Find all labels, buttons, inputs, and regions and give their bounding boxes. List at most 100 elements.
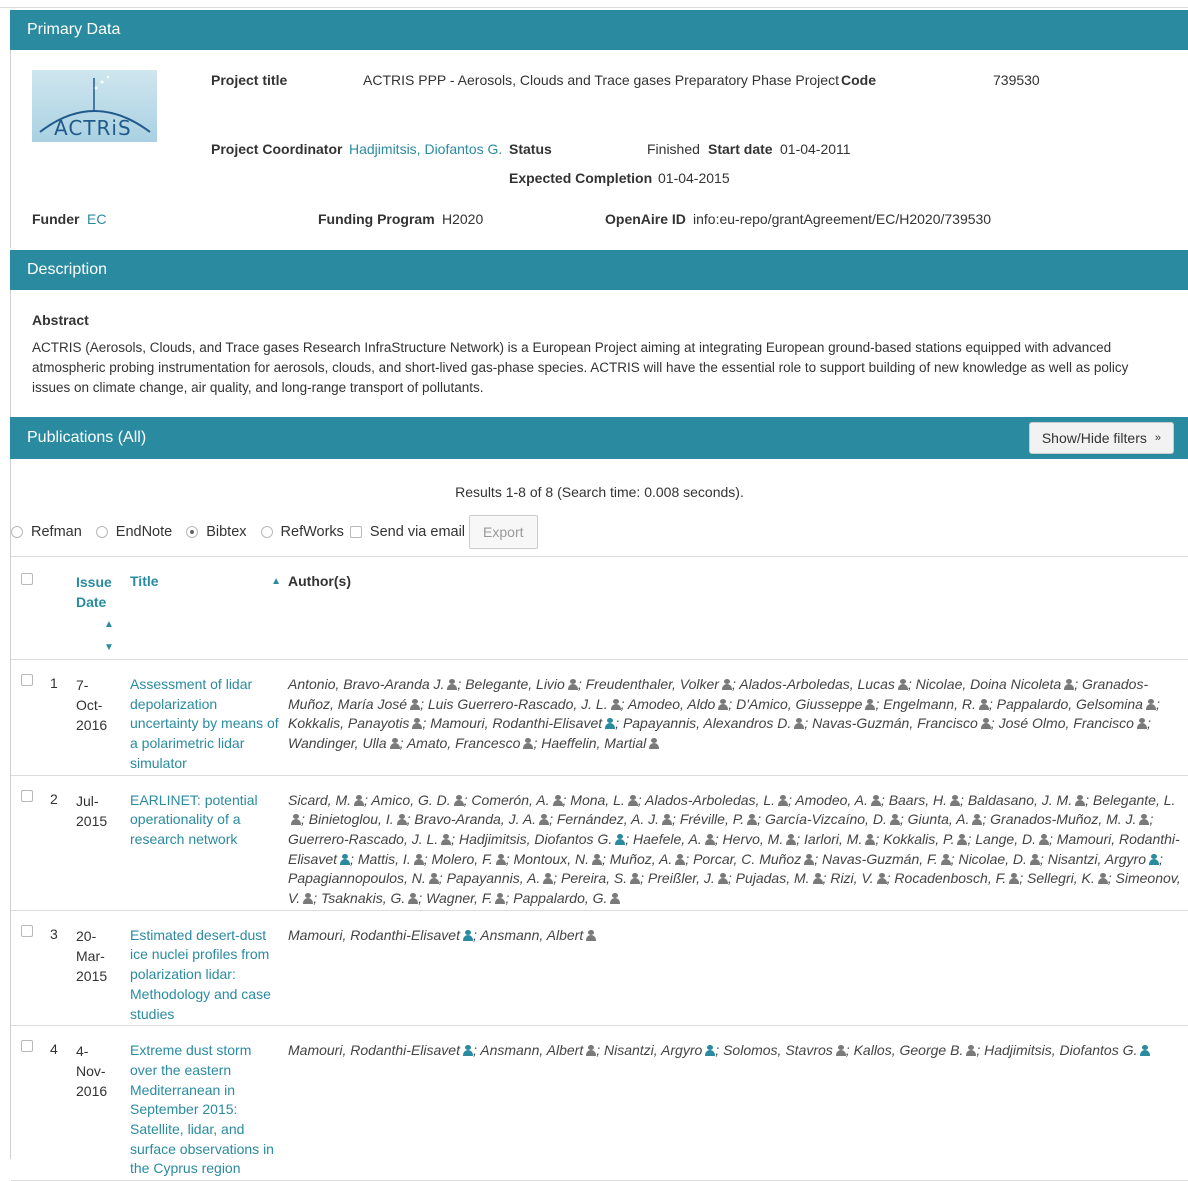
sort-asc-icon[interactable]: ▲	[271, 572, 281, 592]
author-link[interactable]: Amico, G. D.	[371, 792, 464, 808]
author-link[interactable]: Belegante, Livio	[465, 676, 578, 692]
author-link[interactable]: Solomos, Stavros	[723, 1042, 846, 1058]
row-checkbox[interactable]	[21, 924, 33, 937]
row-title-link[interactable]: Estimated desert-dust ice nuclei profile…	[129, 910, 287, 1026]
author-link[interactable]: Wagner, F.	[426, 890, 506, 906]
issue-date-header[interactable]: Issue Date ▲ ▼	[75, 557, 129, 660]
author-link[interactable]: D'Amico, Giusseppe	[736, 696, 876, 712]
row-title-link[interactable]: Assessment of lidar depolarization uncer…	[129, 660, 287, 776]
author-link[interactable]: Mamouri, Rodanthi-Elisavet	[288, 1042, 473, 1058]
author-link[interactable]: Tsaknakis, G.	[321, 890, 419, 906]
coordinator-link[interactable]: Hadjimitsis, Diofantos G.	[349, 141, 502, 157]
author-link[interactable]: Mattis, I.	[358, 851, 424, 867]
author-link[interactable]: Antonio, Bravo-Aranda J.	[288, 676, 458, 692]
author-link[interactable]: Sellegri, K.	[1027, 870, 1108, 886]
author-link[interactable]: Fernández, A. J.	[557, 811, 673, 827]
select-all-checkbox[interactable]	[21, 573, 33, 585]
row-checkbox[interactable]	[21, 1040, 33, 1053]
author-link[interactable]: Sicard, M.	[288, 792, 365, 808]
author-link[interactable]: Nicolae, D.	[958, 851, 1040, 867]
author-link[interactable]: Iarlori, M.	[804, 831, 876, 847]
row-title-link[interactable]: EARLINET: potential operationality of a …	[129, 775, 287, 910]
row-title-link[interactable]: Extreme dust storm over the eastern Medi…	[129, 1026, 287, 1181]
author-name: Kallos, George B.	[853, 1042, 964, 1059]
funder-link[interactable]: EC	[87, 211, 106, 227]
user-icon	[980, 718, 991, 730]
author-name: Lange, D.	[975, 830, 1036, 847]
author-link[interactable]: Alados-Arboledas, L.	[645, 792, 788, 808]
author-link[interactable]: Papagiannopoulos, N.	[288, 870, 439, 886]
row-checkbox[interactable]	[21, 674, 33, 686]
author-link[interactable]: Bravo-Aranda, J. A.	[414, 811, 550, 827]
author-link[interactable]: Amodeo, A.	[795, 792, 881, 808]
author-link[interactable]: Engelmann, R.	[883, 696, 989, 712]
send-email-checkbox[interactable]	[349, 526, 362, 538]
row-number: 4	[50, 1041, 58, 1058]
author-link[interactable]: Preißler, J.	[648, 870, 728, 886]
author-link[interactable]: Pujadas, M.	[736, 870, 823, 886]
author-link[interactable]: Pappalardo, G.	[513, 890, 621, 906]
author-link[interactable]: Amato, Francesco	[407, 735, 534, 751]
show-hide-filters-button[interactable]: Show/Hide filters »	[1028, 422, 1174, 454]
author-link[interactable]: Navas-Guzmán, Francisco	[812, 715, 991, 731]
author-link[interactable]: Haeffelin, Martial	[541, 735, 660, 751]
author-link[interactable]: Wandinger, Ulla	[288, 735, 400, 751]
author-name: Hadjimitsis, Diofantos G.	[458, 830, 613, 847]
user-icon	[610, 893, 621, 905]
author-link[interactable]: Muñoz, A.	[610, 851, 686, 867]
author-link[interactable]: Molero, F.	[432, 851, 506, 867]
author-link[interactable]: Mamouri, Rodanthi-Elisavet	[288, 927, 473, 943]
author-name: Rocadenbosch, F.	[894, 870, 1007, 887]
title-header[interactable]: Title ▲	[129, 557, 287, 660]
author-link[interactable]: Mamouri, Rodanthi-Elisavet	[430, 715, 616, 731]
author-link[interactable]: Kokkalis, Panayotis	[288, 715, 423, 731]
author-link[interactable]: Guerrero-Rascado, J. L.	[288, 831, 452, 847]
author-link[interactable]: Binietoglou, I.	[309, 811, 407, 827]
author-link[interactable]: Papayannis, A.	[447, 870, 554, 886]
author-name: Molero, F.	[431, 850, 493, 867]
author-link[interactable]: Hadjimitsis, Diofantos G.	[458, 830, 626, 847]
author-link[interactable]: Baars, H.	[889, 792, 961, 808]
author-link[interactable]: Nisantzi, Argyro	[1048, 851, 1159, 867]
author-link[interactable]: Giunta, A.	[908, 811, 983, 827]
author-link[interactable]: Ansmann, Albert	[480, 927, 597, 943]
author-link[interactable]: Baldasano, J. M.	[968, 792, 1086, 808]
export-button[interactable]: Export	[469, 515, 538, 549]
radio-refworks[interactable]	[260, 526, 273, 538]
radio-refman[interactable]	[11, 526, 23, 538]
author-link[interactable]: Rocadenbosch, F.	[894, 870, 1020, 887]
author-link[interactable]: Hervo, M.	[723, 831, 797, 847]
user-icon	[705, 1045, 716, 1057]
author-link[interactable]: Granados-Muñoz, M. J.	[990, 811, 1150, 827]
author-link[interactable]: Amodeo, Aldo	[628, 696, 729, 712]
author-link[interactable]: Nisantzi, Argyro	[604, 1042, 716, 1058]
author-link[interactable]: Luis Guerrero-Rascado, J. L.	[428, 696, 621, 712]
author-link[interactable]: Pereira, S.	[561, 870, 641, 886]
author-link[interactable]: García-Vizcaíno, D.	[765, 811, 900, 827]
author-link[interactable]: Papayannis, Alexandros D.	[623, 715, 805, 731]
author-link[interactable]: Rizi, V.	[830, 870, 887, 886]
author-link[interactable]: Kokkalis, P.	[883, 830, 968, 847]
author-link[interactable]: Montoux, N.	[514, 851, 602, 867]
radio-endnote[interactable]	[95, 526, 108, 538]
author-link[interactable]: Nicolae, Doina Nicoleta	[916, 676, 1075, 692]
author-link[interactable]: Navas-Guzmán, F.	[822, 851, 951, 867]
author-link[interactable]: Ansmann, Albert	[480, 1042, 597, 1058]
author-link[interactable]: Hadjimitsis, Diofantos G.	[984, 1042, 1151, 1058]
author-link[interactable]: José Olmo, Francisco	[999, 715, 1147, 731]
author-name: Kokkalis, P.	[883, 830, 955, 847]
author-link[interactable]: Lange, D.	[975, 831, 1049, 847]
row-checkbox[interactable]	[21, 789, 33, 802]
author-link[interactable]: Freudenthaler, Volker	[586, 676, 732, 692]
author-link[interactable]: Pappalardo, Gelsomina	[997, 696, 1156, 712]
author-link[interactable]: Alados-Arboledas, Lucas	[739, 676, 908, 692]
author-link[interactable]: Kallos, George B.	[854, 1042, 977, 1058]
author-link[interactable]: Mona, L.	[570, 792, 638, 808]
author-link[interactable]: Fréville, P.	[680, 811, 758, 827]
radio-bibtex[interactable]	[186, 526, 199, 538]
user-icon	[835, 1045, 846, 1057]
author-link[interactable]: Comerón, A.	[471, 792, 563, 808]
sort-toggle-icon[interactable]: ▲ ▼	[76, 619, 114, 653]
author-link[interactable]: Haefele, A.	[633, 831, 715, 847]
author-link[interactable]: Porcar, C. Muñoz	[693, 851, 815, 867]
